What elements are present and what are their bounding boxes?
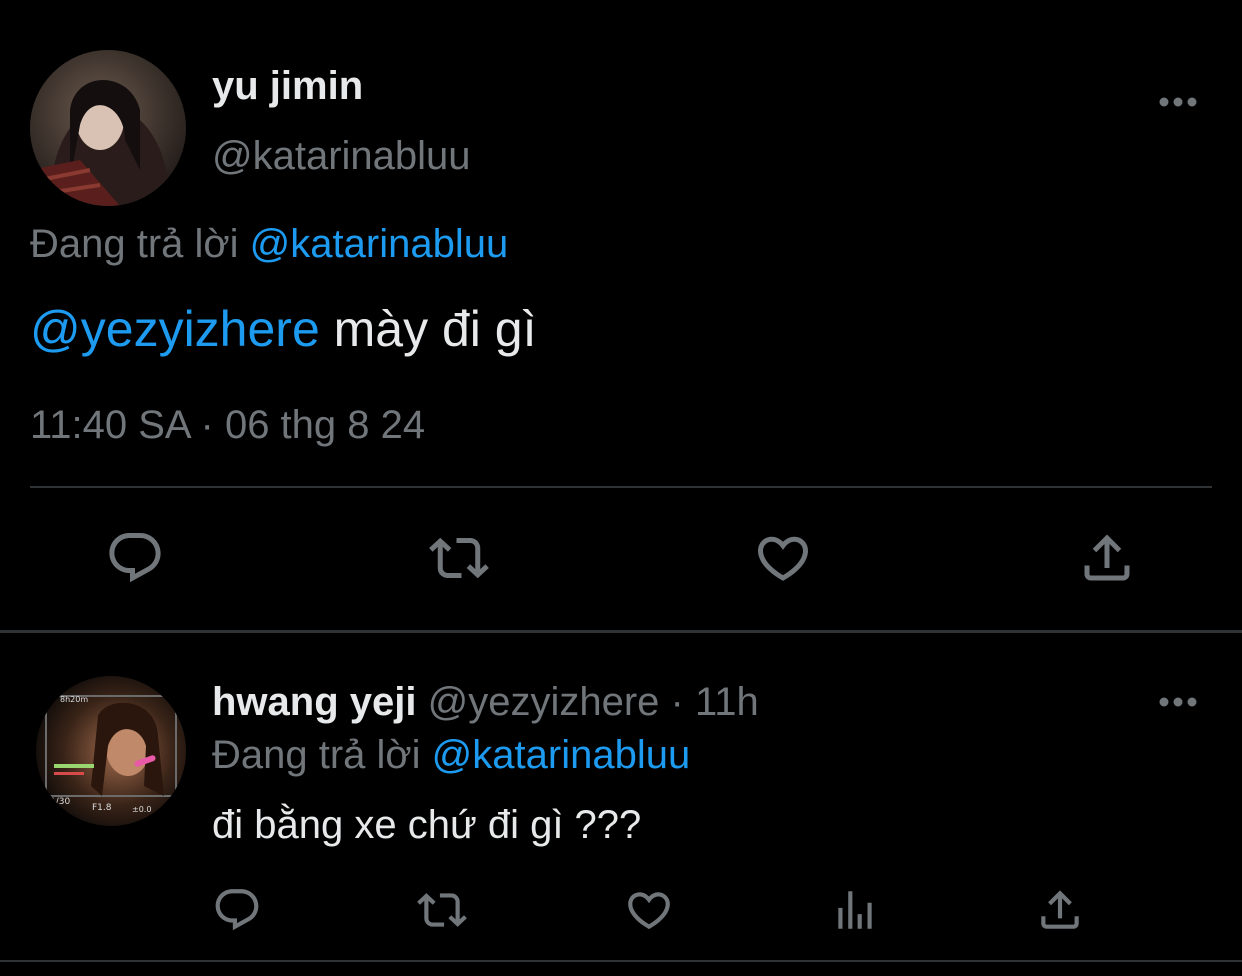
svg-text:±0.0: ±0.0 — [132, 805, 151, 814]
author-name[interactable]: yu jimin — [212, 64, 363, 109]
more-icon — [1159, 97, 1197, 107]
retweet-icon — [417, 893, 467, 927]
retweet-icon — [429, 537, 489, 579]
retweet-button[interactable] — [406, 874, 478, 946]
views-icon — [838, 891, 872, 929]
tweet-body: mày đi gì — [319, 301, 537, 357]
divider — [0, 960, 1242, 962]
replying-to-link[interactable]: @katarinabluu — [432, 733, 691, 777]
share-button[interactable] — [1071, 522, 1143, 594]
avatar[interactable]: 1/30 F1.8 ±0.0 8h20m — [36, 676, 186, 826]
replying-prefix: Đang trả lời — [30, 222, 239, 266]
replying-to: Đang trả lời @katarinabluu — [212, 733, 690, 778]
more-options-button[interactable] — [1156, 80, 1200, 124]
replying-to: Đang trả lời @katarinabluu — [30, 222, 508, 267]
more-options-button[interactable] — [1156, 680, 1200, 724]
like-icon — [757, 536, 809, 581]
author-handle[interactable]: @yezyizhere — [428, 680, 660, 724]
like-button[interactable] — [747, 522, 819, 594]
reply-icon — [109, 533, 161, 583]
relative-time[interactable]: 11h — [695, 680, 759, 724]
svg-text:8h20m: 8h20m — [60, 695, 88, 704]
avatar-image — [30, 50, 186, 206]
avatar-image: 1/30 F1.8 ±0.0 8h20m — [36, 676, 186, 826]
retweet-button[interactable] — [423, 522, 495, 594]
like-icon — [628, 892, 670, 930]
mention-link[interactable]: @yezyizhere — [30, 301, 320, 357]
svg-text:1/30: 1/30 — [50, 797, 70, 807]
tweet-text: đi bằng xe chứ đi gì ??? — [212, 803, 642, 847]
section-divider — [0, 630, 1242, 633]
author-name[interactable]: hwang yeji — [212, 680, 417, 724]
views-button[interactable] — [819, 874, 891, 946]
reply-button[interactable] — [201, 874, 273, 946]
share-button[interactable] — [1024, 874, 1096, 946]
replying-prefix: Đang trả lời — [212, 733, 421, 777]
reply-button[interactable] — [99, 522, 171, 594]
like-button[interactable] — [613, 874, 685, 946]
author-handle[interactable]: @katarinabluu — [212, 134, 471, 179]
divider — [30, 486, 1212, 488]
reply-icon — [215, 889, 259, 931]
more-icon — [1159, 697, 1197, 707]
reply-header: hwang yeji @yezyizhere · 11h — [212, 680, 759, 725]
svg-text:F1.8: F1.8 — [92, 803, 112, 813]
separator: · — [659, 680, 695, 724]
tweet-text: @yezyizhere mày đi gì — [30, 300, 537, 358]
avatar[interactable] — [30, 50, 186, 206]
share-icon — [1041, 890, 1079, 929]
replying-to-link[interactable]: @katarinabluu — [250, 222, 509, 266]
share-icon — [1084, 534, 1130, 581]
timestamp[interactable]: 11:40 SA · 06 thg 8 24 — [30, 403, 425, 448]
